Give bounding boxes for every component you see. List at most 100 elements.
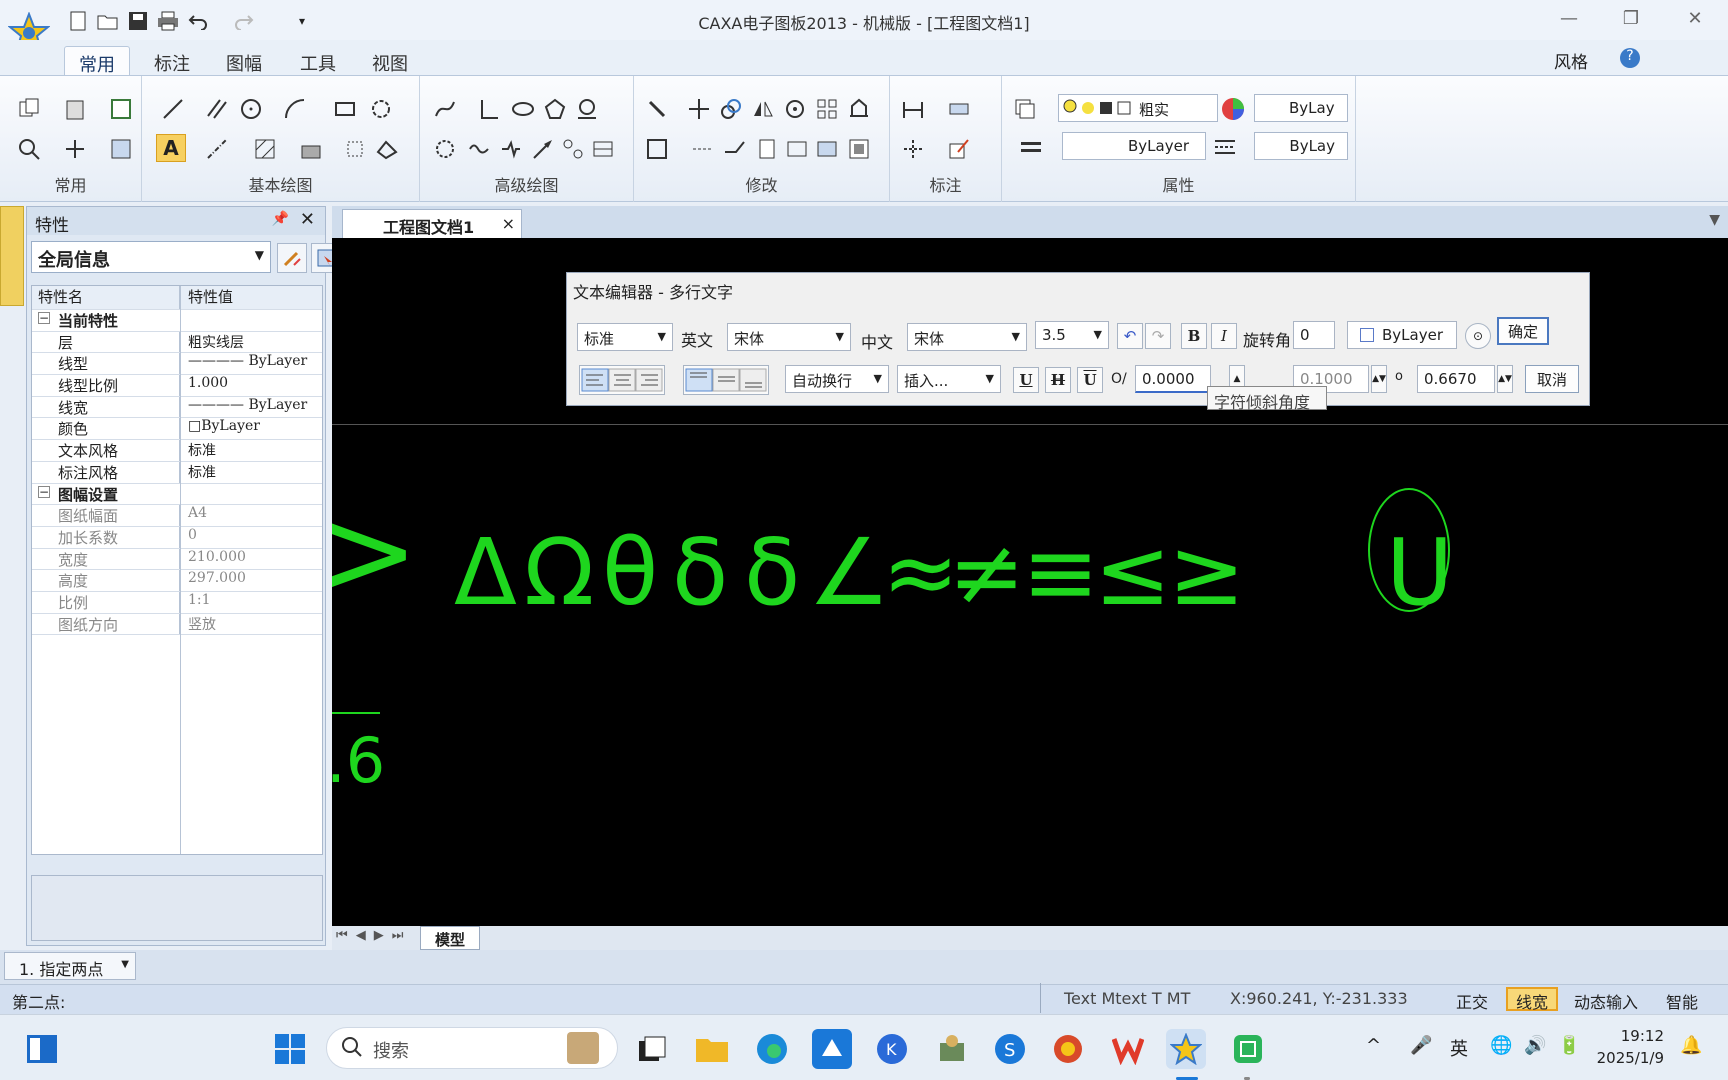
offset-icon[interactable] (814, 136, 840, 162)
break-icon[interactable] (784, 136, 810, 162)
erase-icon[interactable] (644, 96, 670, 122)
feishu-icon[interactable] (812, 1029, 852, 1069)
widgets-icon[interactable] (22, 1029, 62, 1069)
start-icon[interactable] (270, 1029, 310, 1069)
lineweight-combo[interactable]: ByLay (1254, 132, 1348, 160)
property-row[interactable]: 图纸幅面 A4 (32, 505, 322, 527)
chinese-font-select[interactable]: 宋体 ▼ (907, 323, 1027, 351)
mirror-icon[interactable] (750, 96, 776, 122)
property-value[interactable]: A4 (184, 505, 322, 526)
section-current-properties[interactable]: − 当前特性 (32, 310, 322, 332)
tab-annotate[interactable]: 标注 (140, 46, 204, 76)
text-style-select[interactable]: 标准 ▼ (577, 323, 673, 351)
text-tool-icon[interactable]: A (156, 134, 186, 162)
polygon-icon[interactable] (542, 96, 568, 122)
clock-date[interactable]: 2025/1/9 (1586, 1049, 1664, 1067)
sogou-icon[interactable]: S (990, 1029, 1030, 1069)
explode-icon[interactable] (846, 136, 872, 162)
axis-icon[interactable] (476, 96, 502, 122)
bounding-box-icon[interactable] (342, 136, 368, 162)
side-dock-tab[interactable] (0, 206, 24, 306)
lineweight-toggle[interactable]: 线宽 (1506, 987, 1559, 1012)
centerline-icon[interactable] (204, 136, 230, 162)
dim-style-icon[interactable] (946, 96, 972, 122)
tab-list-dropdown-icon[interactable]: ▼ (1709, 212, 1720, 228)
panel-close-icon[interactable]: ✕ (300, 209, 315, 230)
undo-icon[interactable]: ↶ (1117, 323, 1143, 349)
overline-button[interactable]: U (1077, 367, 1103, 393)
wrap-mode-select[interactable]: 自动换行 ▼ (785, 365, 889, 393)
layer-manager-icon[interactable] (1012, 96, 1038, 122)
network-tool-icon[interactable] (932, 1029, 972, 1069)
spacing-spinner-icon[interactable]: ▲▼ (1371, 365, 1387, 393)
clock-time[interactable]: 19:12 (1604, 1027, 1664, 1045)
image-icon[interactable] (374, 136, 400, 162)
dynamic-input-toggle[interactable]: 动态输入 (1574, 989, 1638, 1013)
property-row[interactable]: 文本风格 标准 (32, 440, 322, 462)
file-explorer-icon[interactable] (692, 1029, 732, 1069)
property-row[interactable]: 比例 1:1 (32, 591, 322, 614)
parallel-line-icon[interactable] (204, 96, 230, 122)
property-row[interactable]: 线型 ———— ByLayer (32, 353, 322, 376)
width-spinner-icon[interactable]: ▲▼ (1497, 365, 1513, 393)
block-icon[interactable] (298, 136, 324, 162)
color-combo[interactable]: ByLay (1254, 94, 1348, 122)
caxa-taskbar-icon[interactable] (1166, 1029, 1206, 1069)
underline-button[interactable]: U (1013, 367, 1039, 393)
property-value[interactable]: ———— ByLayer (184, 397, 322, 418)
cancel-button[interactable]: 取消 (1525, 365, 1579, 393)
ellipse-icon[interactable] (510, 96, 536, 122)
maximize-button[interactable]: ❐ (1616, 8, 1646, 32)
tab-sheet[interactable]: 图幅 (212, 46, 276, 76)
stretch-icon[interactable] (846, 96, 872, 122)
tab-tools[interactable]: 工具 (286, 46, 350, 76)
oblique-angle-input[interactable]: 0.0000 (1135, 365, 1211, 393)
array-icon[interactable] (814, 96, 840, 122)
hatch-icon[interactable] (252, 136, 278, 162)
arc-icon[interactable] (282, 96, 308, 122)
property-value[interactable]: 标准 (184, 462, 322, 483)
linetype-manager-icon[interactable] (1212, 134, 1238, 160)
ok-button[interactable]: 确定 (1497, 317, 1549, 345)
property-row[interactable]: 加长系数 0 (32, 526, 322, 549)
property-row[interactable]: 高度 297.000 (32, 570, 322, 592)
wps-icon[interactable] (1108, 1029, 1148, 1069)
ortho-toggle[interactable]: 正交 (1456, 989, 1488, 1013)
property-row[interactable]: 标注风格 标准 (32, 461, 322, 484)
extend-icon[interactable] (722, 136, 748, 162)
redo-icon[interactable]: ↷ (1145, 323, 1171, 349)
gear-draw-icon[interactable] (432, 136, 458, 162)
color-wheel-icon[interactable] (1220, 96, 1246, 122)
strikethrough-button[interactable]: H (1045, 367, 1071, 393)
property-row[interactable]: 宽度 210.000 (32, 548, 322, 571)
smart-snap-toggle[interactable]: 智能 (1666, 989, 1698, 1013)
property-value[interactable]: ———— ByLayer (184, 353, 322, 374)
copy-icon[interactable] (16, 96, 42, 122)
command-option-select[interactable]: 1. 指定两点 ▼ (4, 952, 136, 980)
doc-tab-close-icon[interactable]: × (502, 214, 515, 233)
ime-indicator[interactable]: 英 (1450, 1035, 1468, 1061)
text-color-select[interactable]: ByLayer (1347, 321, 1457, 349)
width-factor-input[interactable]: 0.6670 (1417, 365, 1495, 393)
layout-nav-arrows-icon[interactable]: ⏮◀▶⏭ (336, 928, 411, 943)
rotate-icon[interactable] (782, 96, 808, 122)
minimize-button[interactable]: — (1554, 8, 1584, 32)
insert-select[interactable]: 插入... ▼ (897, 365, 1001, 393)
property-value[interactable]: 1:1 (184, 592, 322, 613)
close-button[interactable]: ✕ (1680, 8, 1710, 32)
scope-select[interactable]: 全局信息 ▼ (31, 241, 271, 273)
pan-icon[interactable] (62, 136, 88, 162)
table-draw-icon[interactable] (590, 136, 616, 162)
italic-button[interactable]: I (1211, 323, 1237, 349)
lineweight-icon[interactable] (1018, 134, 1044, 160)
task-view-icon[interactable] (632, 1029, 672, 1069)
style-menu[interactable]: 风格 (1554, 48, 1588, 73)
properties-icon[interactable] (108, 136, 134, 162)
property-row[interactable]: 颜色 □ByLayer (32, 418, 322, 441)
move-icon[interactable] (686, 96, 712, 122)
expand-options-icon[interactable]: ⊙ (1465, 323, 1491, 349)
wave-line-icon[interactable] (466, 136, 492, 162)
kuaishou-icon[interactable]: K (872, 1029, 912, 1069)
regen-icon[interactable] (108, 96, 134, 122)
zoom-icon[interactable] (16, 136, 42, 162)
